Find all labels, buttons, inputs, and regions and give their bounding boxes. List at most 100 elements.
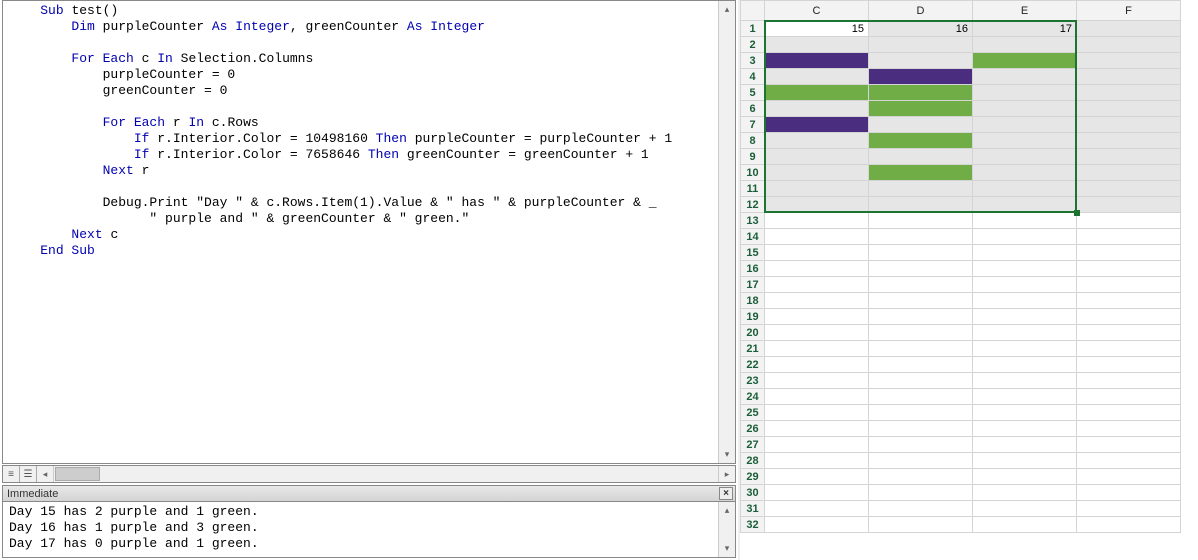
cell-C27[interactable] [765,437,869,453]
scroll-right-icon[interactable]: ▸ [718,466,735,482]
cell-E15[interactable] [973,245,1077,261]
cell-F26[interactable] [1077,421,1181,437]
spreadsheet-grid[interactable]: CDEF115161723456789101112131415161718192… [740,0,1181,533]
row-header-16[interactable]: 16 [741,261,765,277]
cell-E25[interactable] [973,405,1077,421]
row-header-28[interactable]: 28 [741,453,765,469]
cell-C20[interactable] [765,325,869,341]
cell-D15[interactable] [869,245,973,261]
cell-E18[interactable] [973,293,1077,309]
cell-D1[interactable]: 16 [869,21,973,37]
cell-C21[interactable] [765,341,869,357]
row-header-21[interactable]: 21 [741,341,765,357]
select-all-corner[interactable] [741,1,765,21]
cell-F4[interactable] [1077,69,1181,85]
cell-C19[interactable] [765,309,869,325]
cell-E20[interactable] [973,325,1077,341]
immediate-text[interactable]: Day 15 has 2 purple and 1 green. Day 16 … [3,502,718,557]
cell-C9[interactable] [765,149,869,165]
row-header-27[interactable]: 27 [741,437,765,453]
cell-D19[interactable] [869,309,973,325]
cell-F1[interactable] [1077,21,1181,37]
scroll-left-icon[interactable]: ◂ [37,466,54,482]
cell-F6[interactable] [1077,101,1181,117]
cell-C11[interactable] [765,181,869,197]
cell-F18[interactable] [1077,293,1181,309]
cell-C1[interactable]: 15 [765,21,869,37]
cell-F14[interactable] [1077,229,1181,245]
cell-E6[interactable] [973,101,1077,117]
cell-D13[interactable] [869,213,973,229]
cell-E3[interactable] [973,53,1077,69]
cell-D4[interactable] [869,69,973,85]
cell-F31[interactable] [1077,501,1181,517]
cell-E1[interactable]: 17 [973,21,1077,37]
procedure-view-button[interactable]: ≡ [3,466,20,482]
cell-C2[interactable] [765,37,869,53]
row-header-20[interactable]: 20 [741,325,765,341]
column-header-E[interactable]: E [973,1,1077,21]
code-text[interactable]: Sub test() Dim purpleCounter As Integer,… [3,1,718,463]
cell-E31[interactable] [973,501,1077,517]
row-header-23[interactable]: 23 [741,373,765,389]
cell-D11[interactable] [869,181,973,197]
cell-D12[interactable] [869,197,973,213]
cell-E23[interactable] [973,373,1077,389]
cell-F5[interactable] [1077,85,1181,101]
cell-F2[interactable] [1077,37,1181,53]
row-header-18[interactable]: 18 [741,293,765,309]
cell-E19[interactable] [973,309,1077,325]
cell-E10[interactable] [973,165,1077,181]
scroll-down-icon[interactable]: ▾ [719,446,735,463]
cell-F21[interactable] [1077,341,1181,357]
cell-C28[interactable] [765,453,869,469]
cell-D18[interactable] [869,293,973,309]
cell-E2[interactable] [973,37,1077,53]
cell-F17[interactable] [1077,277,1181,293]
cell-E11[interactable] [973,181,1077,197]
code-editor[interactable]: Sub test() Dim purpleCounter As Integer,… [2,0,736,464]
cell-C16[interactable] [765,261,869,277]
cell-E29[interactable] [973,469,1077,485]
cell-C29[interactable] [765,469,869,485]
cell-D5[interactable] [869,85,973,101]
cell-D25[interactable] [869,405,973,421]
cell-D31[interactable] [869,501,973,517]
cell-F20[interactable] [1077,325,1181,341]
cell-C24[interactable] [765,389,869,405]
cell-C22[interactable] [765,357,869,373]
scroll-down-icon[interactable]: ▾ [719,540,735,557]
immediate-window[interactable]: Day 15 has 2 purple and 1 green. Day 16 … [2,502,736,558]
row-header-14[interactable]: 14 [741,229,765,245]
cell-E9[interactable] [973,149,1077,165]
row-header-30[interactable]: 30 [741,485,765,501]
cell-E8[interactable] [973,133,1077,149]
column-header-C[interactable]: C [765,1,869,21]
cell-D28[interactable] [869,453,973,469]
row-header-9[interactable]: 9 [741,149,765,165]
cell-E28[interactable] [973,453,1077,469]
row-header-6[interactable]: 6 [741,101,765,117]
cell-D27[interactable] [869,437,973,453]
cell-C5[interactable] [765,85,869,101]
cell-C26[interactable] [765,421,869,437]
row-header-29[interactable]: 29 [741,469,765,485]
cell-F13[interactable] [1077,213,1181,229]
cell-F11[interactable] [1077,181,1181,197]
cell-F9[interactable] [1077,149,1181,165]
cell-F8[interactable] [1077,133,1181,149]
cell-D3[interactable] [869,53,973,69]
cell-D29[interactable] [869,469,973,485]
row-header-11[interactable]: 11 [741,181,765,197]
cell-C8[interactable] [765,133,869,149]
cell-C30[interactable] [765,485,869,501]
code-vertical-scrollbar[interactable]: ▴ ▾ [718,1,735,463]
cell-E5[interactable] [973,85,1077,101]
cell-D9[interactable] [869,149,973,165]
row-header-8[interactable]: 8 [741,133,765,149]
cell-C23[interactable] [765,373,869,389]
row-header-7[interactable]: 7 [741,117,765,133]
cell-C12[interactable] [765,197,869,213]
cell-D7[interactable] [869,117,973,133]
immediate-window-header[interactable]: Immediate × [2,485,736,502]
